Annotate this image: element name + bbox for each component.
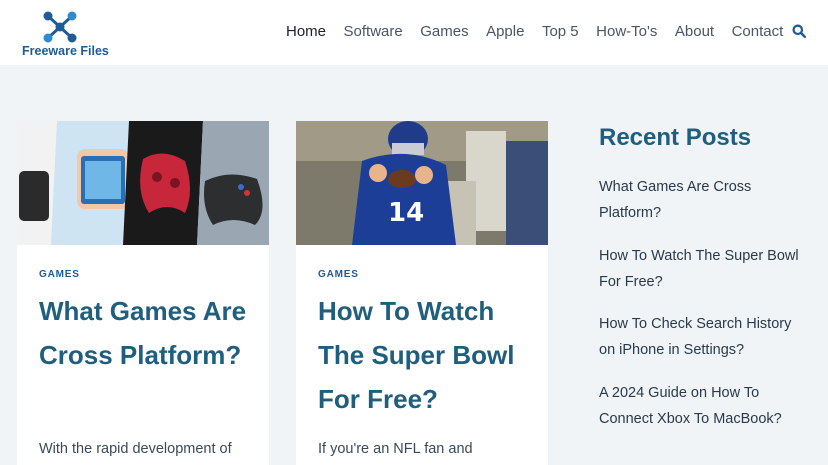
- svg-text:14: 14: [388, 198, 424, 228]
- post-thumbnail[interactable]: 14: [296, 121, 548, 245]
- nav-item-games[interactable]: Games: [420, 22, 468, 42]
- site-header: Freeware Files Home Software Games Apple…: [0, 0, 828, 65]
- post-title[interactable]: How To Watch The Super Bowl For Free?: [318, 289, 533, 421]
- nav-item-about[interactable]: About: [675, 22, 714, 42]
- post-card[interactable]: 14 GAMES How To Watch The Super Bowl For…: [296, 121, 548, 465]
- nav-item-contact[interactable]: Contact: [732, 22, 784, 42]
- main-nav: Home Software Games Apple Top 5 How-To's…: [286, 22, 801, 42]
- nav-item-home[interactable]: Home: [286, 22, 326, 42]
- site-logo[interactable]: Freeware Files: [22, 10, 112, 60]
- nav-item-apple[interactable]: Apple: [486, 22, 524, 42]
- search-button[interactable]: [792, 24, 808, 40]
- post-thumbnail[interactable]: [17, 121, 269, 245]
- logo-mark-icon: [43, 11, 77, 43]
- widget-title: Recent Posts: [599, 124, 752, 151]
- logo-text: Freeware Files: [22, 44, 109, 58]
- recent-posts-widget: Recent Posts What Games Are Cross Platfo…: [599, 124, 809, 448]
- nav-item-software[interactable]: Software: [344, 22, 403, 42]
- search-icon: [792, 24, 807, 39]
- post-excerpt: With the rapid development of: [39, 441, 232, 457]
- controllers-image: [17, 121, 269, 245]
- football-image: 14: [296, 121, 548, 245]
- recent-post-link[interactable]: How To Watch The Super Bowl For Free?: [599, 243, 809, 295]
- recent-posts-list: What Games Are Cross Platform? How To Wa…: [599, 174, 809, 432]
- recent-post-link[interactable]: What Games Are Cross Platform?: [599, 174, 809, 226]
- recent-post-link[interactable]: A 2024 Guide on How To Connect Xbox To M…: [599, 380, 809, 432]
- nav-item-howtos[interactable]: How-To's: [596, 22, 657, 42]
- post-title[interactable]: What Games Are Cross Platform?: [39, 289, 254, 377]
- post-category[interactable]: GAMES: [318, 269, 359, 280]
- post-excerpt: If you're an NFL fan and: [318, 441, 473, 457]
- post-card[interactable]: GAMES What Games Are Cross Platform? Wit…: [17, 121, 269, 465]
- nav-item-top5[interactable]: Top 5: [542, 22, 579, 42]
- recent-post-link[interactable]: How To Check Search History on iPhone in…: [599, 311, 809, 363]
- post-category[interactable]: GAMES: [39, 269, 80, 280]
